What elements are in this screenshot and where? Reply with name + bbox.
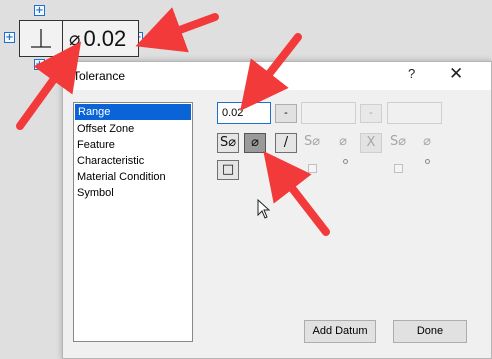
range-value-input[interactable]: 0.02 bbox=[217, 102, 271, 124]
feature-control-frame[interactable]: ⌀ 0.02 bbox=[19, 20, 139, 57]
dialog-titlebar: Tolerance ? ✕ bbox=[63, 62, 491, 90]
position-symbol-icon bbox=[31, 29, 51, 48]
x-disabled-button: X bbox=[360, 133, 382, 153]
list-item-characteristic[interactable]: Characteristic bbox=[74, 153, 192, 169]
tolerance-dialog: Tolerance ? ✕ Range Offset Zone Feature … bbox=[62, 61, 492, 359]
diameter-disabled-2: ⌀ bbox=[423, 134, 431, 149]
done-button[interactable]: Done bbox=[393, 320, 467, 343]
range-dash-button-2[interactable]: - bbox=[360, 104, 382, 123]
diameter-symbol: ⌀ bbox=[69, 27, 81, 50]
slash-button[interactable]: / bbox=[275, 133, 297, 153]
range-upper-input[interactable] bbox=[301, 102, 356, 124]
range-dash-button[interactable]: - bbox=[275, 104, 297, 123]
category-list: Range Offset Zone Feature Characteristic… bbox=[73, 102, 193, 342]
add-datum-button[interactable]: Add Datum bbox=[304, 320, 376, 343]
small-circle-indicator-2 bbox=[425, 159, 430, 164]
spherical-diameter-disabled-1: S⌀ bbox=[303, 134, 321, 149]
annotation-arrow-frame-diameter bbox=[16, 41, 82, 130]
annotation-arrow-frame-value bbox=[135, 7, 219, 53]
diameter-disabled-1: ⌀ bbox=[339, 134, 347, 149]
grip-handle-left[interactable]: + bbox=[4, 32, 15, 43]
position-symbol-cell bbox=[20, 21, 63, 56]
tolerance-cell: ⌀ 0.02 bbox=[62, 21, 138, 56]
grip-handle-top[interactable]: + bbox=[34, 5, 45, 16]
list-item-range[interactable]: Range bbox=[75, 104, 191, 120]
list-item-material-condition[interactable]: Material Condition bbox=[74, 169, 192, 185]
help-button[interactable]: ? bbox=[408, 66, 415, 81]
small-square-indicator-2 bbox=[394, 164, 403, 173]
mouse-cursor-icon bbox=[257, 199, 271, 219]
small-square-indicator bbox=[308, 164, 317, 173]
range-extra-input[interactable] bbox=[387, 102, 442, 124]
diameter-button[interactable]: ⌀ bbox=[244, 133, 266, 153]
close-button[interactable]: ✕ bbox=[449, 64, 463, 84]
grip-handle-bottom[interactable]: + bbox=[34, 59, 45, 70]
list-item-symbol[interactable]: Symbol bbox=[74, 185, 192, 201]
tolerance-value: 0.02 bbox=[83, 25, 127, 51]
square-symbol-button[interactable]: □ bbox=[217, 160, 239, 180]
list-item-offset-zone[interactable]: Offset Zone bbox=[74, 121, 192, 137]
spherical-diameter-disabled-2: S⌀ bbox=[389, 134, 407, 149]
small-circle-indicator bbox=[343, 159, 348, 164]
dialog-title: Tolerance bbox=[73, 69, 126, 83]
list-item-feature[interactable]: Feature bbox=[74, 137, 192, 153]
range-value-text: 0.02 bbox=[222, 107, 244, 119]
spherical-diameter-button[interactable]: S⌀ bbox=[217, 133, 239, 153]
